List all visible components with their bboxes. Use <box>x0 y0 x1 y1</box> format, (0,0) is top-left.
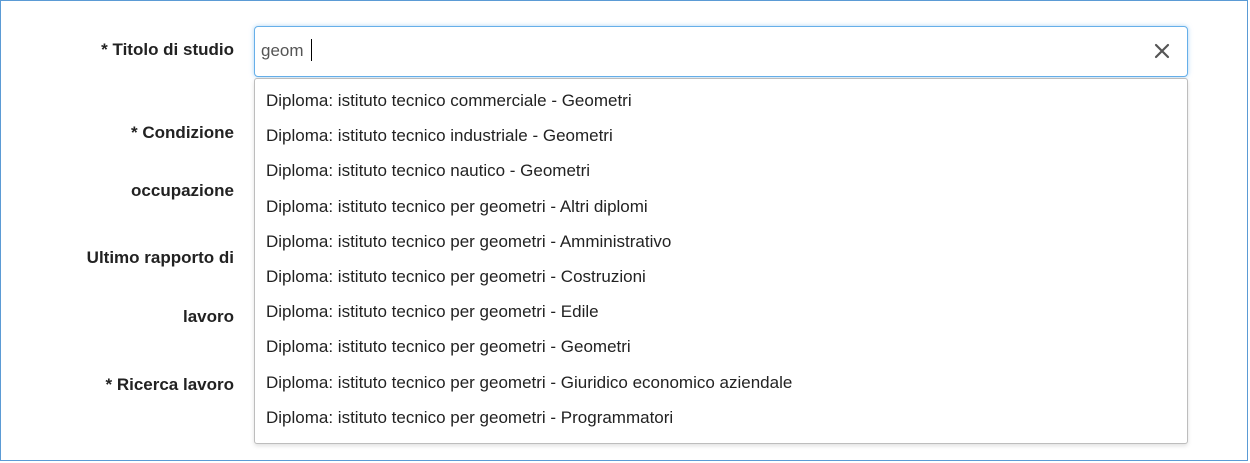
dropdown-option[interactable]: Diploma: istituto tecnico per geometri -… <box>255 405 1187 440</box>
ultimo-rapporto-label: Ultimo rapporto di <box>86 248 234 267</box>
dropdown-option[interactable]: Diploma: istituto tecnico per geometri -… <box>255 194 1187 229</box>
titolo-di-studio-input[interactable]: geom <box>254 26 1188 77</box>
dropdown-option[interactable]: Diploma: istituto tecnico per geometri -… <box>255 334 1187 369</box>
dropdown-option[interactable]: Diploma: istituto tecnico per geometri -… <box>255 229 1187 264</box>
occupazione-label: occupazione <box>131 181 234 200</box>
input-value: geom <box>261 41 304 60</box>
dropdown-option[interactable]: Diploma: istituto tecnico per geometri -… <box>255 264 1187 299</box>
dropdown-option[interactable]: Diploma: istituto tecnico nautico - Geom… <box>255 158 1187 193</box>
dropdown-option[interactable]: Diploma: istituto tecnico per geometri -… <box>255 299 1187 334</box>
ricerca-lavoro-label: * Ricerca lavoro <box>105 375 234 394</box>
dropdown-option[interactable]: Diploma: istituto tecnico industriale - … <box>255 123 1187 158</box>
dropdown-option[interactable]: Diploma: istituto tecnico commerciale - … <box>255 88 1187 123</box>
lavoro-label: lavoro <box>182 307 234 326</box>
autocomplete-dropdown: Diploma: istituto tecnico commerciale - … <box>254 78 1188 444</box>
titolo-di-studio-label: * Titolo di studio <box>101 40 234 59</box>
condizione-label: * Condizione <box>131 123 234 142</box>
text-caret <box>311 39 312 61</box>
dropdown-option[interactable]: Diploma: istituto tecnico per geometri -… <box>255 370 1187 405</box>
form-panel: * Titolo di studio * Condizione occupazi… <box>0 0 1248 461</box>
clear-button[interactable] <box>1151 39 1173 63</box>
close-icon <box>1154 43 1170 59</box>
